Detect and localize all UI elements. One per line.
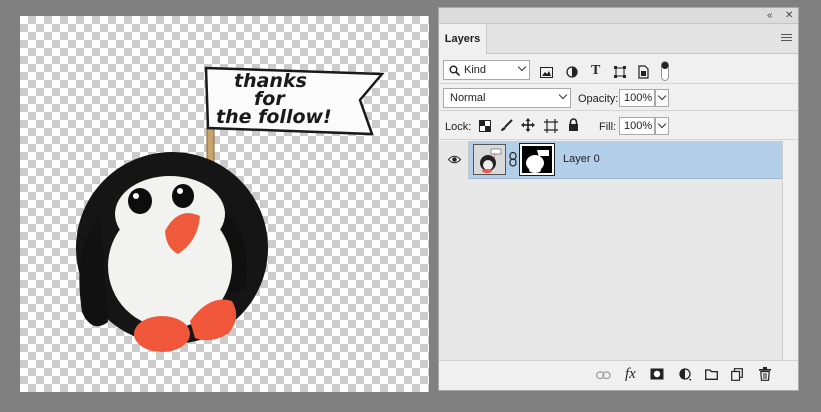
opacity-input[interactable]: 100% — [619, 89, 655, 107]
layer-row[interactable]: Layer 0 — [439, 141, 783, 179]
fill-dropdown-button[interactable] — [655, 117, 669, 135]
layer-mask-thumbnail[interactable] — [519, 143, 555, 176]
penguin-right-eye-glint — [177, 188, 183, 194]
visibility-toggle[interactable] — [439, 141, 469, 179]
fill-input[interactable]: 100% — [619, 117, 655, 135]
mask-link-icon[interactable] — [509, 152, 517, 167]
new-layer-icon[interactable] — [731, 368, 743, 381]
panel-menu-icon[interactable] — [781, 32, 792, 45]
pixel-filter-icon[interactable] — [540, 67, 553, 78]
fill-label: Fill: — [599, 121, 617, 133]
layer-name[interactable]: Layer 0 — [563, 153, 600, 165]
double-chevron-icon[interactable]: « — [767, 9, 773, 22]
filter-kind-select[interactable]: Kind — [443, 60, 530, 80]
penguin-left-eye-glint — [133, 193, 139, 199]
blend-mode-value: Normal — [450, 92, 486, 104]
close-icon[interactable]: ✕ — [785, 9, 793, 22]
lock-image-pixels-icon[interactable] — [500, 119, 513, 132]
new-group-icon[interactable] — [705, 369, 718, 380]
delete-layer-icon[interactable] — [759, 367, 771, 381]
blend-row: Normal Opacity: 100% — [439, 85, 798, 111]
flag-text-line-3: the follow! — [216, 106, 332, 128]
tab-layers[interactable]: Layers — [439, 24, 487, 54]
adjustment-filter-icon[interactable] — [566, 66, 578, 78]
lock-row: Lock: Fill: 100% — [439, 112, 798, 140]
penguin-right-eye — [172, 184, 194, 208]
add-mask-icon[interactable] — [650, 368, 664, 380]
opacity-label: Opacity: — [578, 93, 619, 105]
search-icon — [449, 65, 460, 76]
document-canvas[interactable]: thanks for the follow! — [20, 16, 429, 392]
lock-artboard-icon[interactable] — [544, 119, 558, 133]
layer-thumbnail[interactable] — [473, 144, 506, 175]
layers-bottom-toolbar: fx — [439, 360, 798, 390]
blend-mode-select[interactable]: Normal — [443, 88, 571, 108]
layers-list: Layer 0 — [439, 141, 783, 361]
lock-all-icon[interactable] — [568, 118, 579, 132]
new-adjustment-layer-icon[interactable] — [679, 368, 692, 381]
link-layers-icon[interactable] — [596, 371, 611, 380]
filter-row: Kind T — [439, 54, 798, 84]
smart-object-filter-icon[interactable] — [638, 65, 649, 79]
type-filter-icon[interactable]: T — [591, 63, 600, 79]
lock-position-icon[interactable] — [521, 118, 535, 132]
lock-transparent-pixels-icon[interactable] — [479, 120, 491, 132]
lock-label: Lock: — [445, 121, 472, 133]
penguin-left-eye — [128, 188, 152, 214]
fx-icon[interactable]: fx — [625, 366, 636, 383]
opacity-dropdown-button[interactable] — [655, 89, 669, 107]
layers-panel: « ✕ Layers Kind T Normal Opacity: 100% L… — [438, 7, 799, 391]
shape-filter-icon[interactable] — [614, 66, 626, 78]
penguin-left-foot — [134, 316, 190, 352]
panel-tab-bar: Layers — [439, 24, 798, 54]
penguin-artwork: thanks for the follow! — [76, 66, 385, 352]
eye-icon — [448, 155, 461, 164]
panel-title-bar[interactable]: « ✕ — [439, 8, 798, 24]
layers-scrollbar[interactable] — [782, 141, 798, 361]
filter-toggle-switch[interactable] — [661, 61, 669, 81]
filter-kind-label: Kind — [464, 64, 487, 76]
